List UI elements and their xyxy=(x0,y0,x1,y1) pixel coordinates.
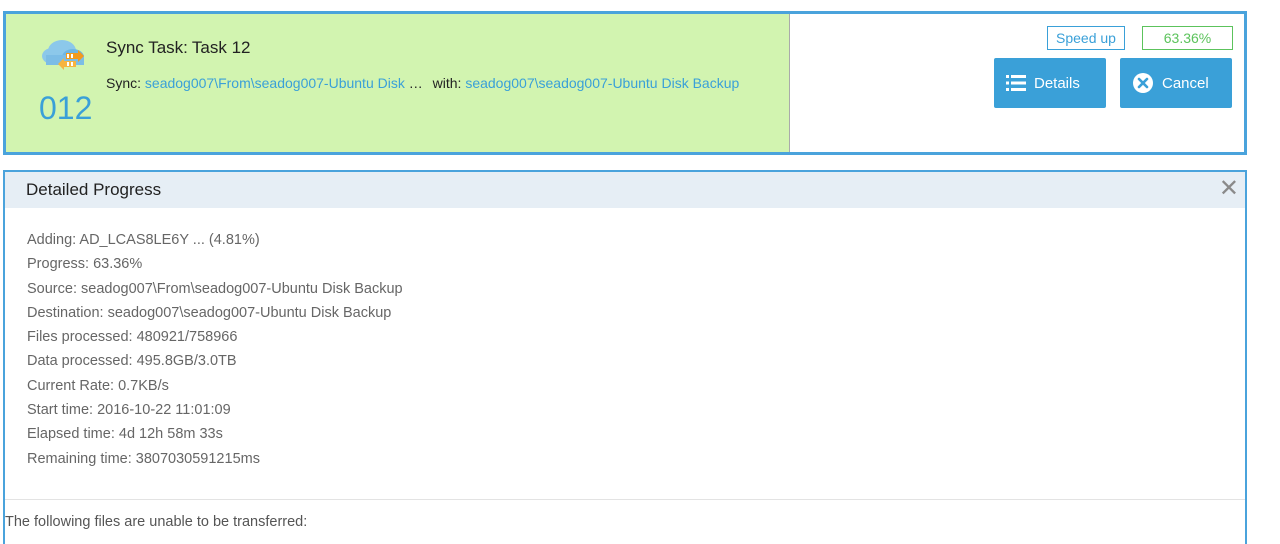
sync-destination-path[interactable]: seadog007\seadog007-Ubuntu Disk Backup xyxy=(465,75,739,91)
task-title-value: Task 12 xyxy=(191,38,251,57)
sync-source-ellipsis: … xyxy=(404,75,423,91)
progress-percent-badge: 63.36% xyxy=(1142,26,1233,50)
progress-detail-row: Start time: 2016-10-22 11:01:09 xyxy=(27,402,231,419)
cancel-button-label: Cancel xyxy=(1162,74,1209,92)
detailed-progress-panel: Detailed Progress ✕ Adding: AD_LCAS8LE6Y… xyxy=(3,170,1247,544)
panel-title: Detailed Progress xyxy=(26,180,162,199)
task-title: Sync Task: Task 12 xyxy=(106,38,250,58)
progress-details-list: Adding: AD_LCAS8LE6Y ... (4.81%) Progress… xyxy=(5,208,1245,471)
progress-detail-row: Adding: AD_LCAS8LE6Y ... (4.81%) xyxy=(27,232,260,248)
progress-detail-row: Elapsed time: 4d 12h 58m 33s xyxy=(27,426,223,443)
sync-task-card: 012 Sync Task: Task 12 Sync: seadog007\Fr… xyxy=(3,11,1247,155)
progress-detail-row: Destination: seadog007\seadog007-Ubuntu … xyxy=(27,304,392,321)
sync-source-path[interactable]: seadog007\From\seadog007-Ubuntu Disk xyxy=(145,75,405,91)
task-number: 012 xyxy=(39,90,93,126)
details-button-label: Details xyxy=(1034,74,1080,92)
cloud-sync-icon xyxy=(40,31,90,75)
panel-header: Detailed Progress ✕ xyxy=(5,172,1245,208)
progress-detail-row: Files processed: 480921/758966 xyxy=(27,329,238,346)
speed-up-button[interactable]: Speed up xyxy=(1047,26,1125,50)
progress-detail-row: Current Rate: 0.7KB/s xyxy=(27,377,169,394)
progress-detail-row: Source: seadog007\From\seadog007-Ubuntu … xyxy=(27,280,403,297)
list-icon xyxy=(1006,74,1026,92)
divider xyxy=(5,499,1245,500)
progress-detail-row: Progress: 63.36% xyxy=(27,256,143,273)
progress-detail-row: Remaining time: 3807030591215ms xyxy=(27,450,260,467)
sync-label: Sync: xyxy=(106,75,142,91)
details-button[interactable]: Details xyxy=(994,58,1106,108)
failed-files-label: The following files are unable to be tra… xyxy=(5,514,308,530)
cancel-button[interactable]: Cancel xyxy=(1120,58,1232,108)
close-icon[interactable]: ✕ xyxy=(1219,176,1239,202)
progress-detail-row: Data processed: 495.8GB/3.0TB xyxy=(27,353,237,370)
cancel-circle-icon xyxy=(1132,72,1154,94)
with-label: with: xyxy=(432,75,462,91)
task-sync-info: Sync: seadog007\From\seadog007-Ubuntu Di… xyxy=(106,75,739,91)
task-title-prefix: Sync Task: xyxy=(106,38,188,57)
